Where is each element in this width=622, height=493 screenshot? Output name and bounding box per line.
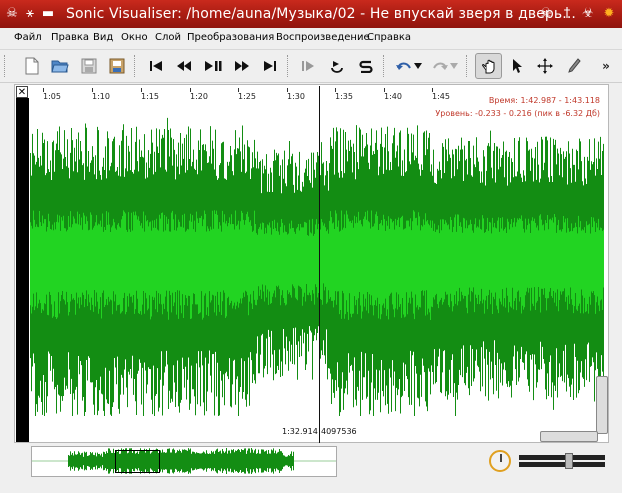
- open-icon[interactable]: [48, 54, 72, 78]
- playhead: [319, 86, 320, 443]
- navigate-icon[interactable]: [475, 53, 502, 79]
- ruler-tick: [141, 88, 142, 92]
- close-pane-icon[interactable]: ✕: [16, 86, 28, 98]
- level-meter-right: [519, 462, 605, 467]
- fast-forward-icon[interactable]: [230, 54, 254, 78]
- ruler-tick: [92, 88, 93, 92]
- loop-icon[interactable]: [325, 54, 349, 78]
- toolbar: »: [0, 50, 622, 83]
- rewind-icon[interactable]: [172, 54, 196, 78]
- gain-slider-handle[interactable]: [565, 453, 573, 469]
- level-readout: Уровень: -0.233 - 0.216 (пик в -6.32 Дб): [435, 109, 600, 118]
- overview-viewport[interactable]: [115, 450, 160, 473]
- ruler-tick: [287, 88, 288, 92]
- toolbar-grip[interactable]: [4, 55, 7, 77]
- skull-icon[interactable]: ☠: [538, 6, 554, 22]
- menu-view[interactable]: Вид: [93, 32, 113, 43]
- menu-transform[interactable]: Преобразования: [187, 32, 274, 43]
- overview-waveform: [32, 448, 336, 474]
- ruler-tick: [238, 88, 239, 92]
- ruler-tick: [335, 88, 336, 92]
- time-readout: Время: 1:42.987 - 1:43.118: [488, 96, 600, 105]
- ruler-tick: [432, 88, 433, 92]
- toolbar-grip: [134, 55, 137, 77]
- minimize-icon[interactable]: ▬: [40, 6, 56, 22]
- menubar: Файл Правка Вид Окно Слой Преобразования…: [0, 28, 622, 50]
- menu-playback[interactable]: Воспроизведение: [276, 32, 370, 43]
- pane-left-bar: [16, 98, 29, 442]
- titlebar[interactable]: ☠ ⚹ ▬ Sonic Visualiser: /home/auna/Музык…: [0, 0, 622, 28]
- solo-icon[interactable]: [354, 54, 378, 78]
- window-title: Sonic Visualiser: /home/auna/Музыка/02 -…: [66, 6, 576, 22]
- play-pause-icon[interactable]: [201, 54, 225, 78]
- save-icon[interactable]: [77, 54, 101, 78]
- menu-layer[interactable]: Слой: [155, 32, 181, 43]
- ruler-tick: [190, 88, 191, 92]
- toolbar-grip: [287, 55, 290, 77]
- flame-icon[interactable]: ✹: [601, 6, 617, 22]
- overview-peaks: [68, 448, 294, 474]
- export-icon[interactable]: [105, 54, 129, 78]
- pin-icon[interactable]: ⚹: [22, 6, 38, 22]
- app-window: ☠ ⚹ ▬ Sonic Visualiser: /home/auna/Музык…: [0, 0, 622, 493]
- undo-dropdown-icon[interactable]: [412, 54, 424, 78]
- select-icon[interactable]: [505, 54, 529, 78]
- level-meter-left: [519, 455, 605, 460]
- dagger-icon[interactable]: †: [559, 6, 575, 22]
- menu-window[interactable]: Окно: [121, 32, 148, 43]
- select-play-icon[interactable]: [296, 54, 320, 78]
- menu-file[interactable]: Файл: [14, 32, 42, 43]
- toolbar-grip: [383, 55, 386, 77]
- horizontal-zoom-thumbwheel[interactable]: [540, 431, 598, 442]
- fast-forward-end-icon[interactable]: [258, 54, 282, 78]
- redo-dropdown-icon[interactable]: [448, 54, 460, 78]
- biohazard-icon[interactable]: ☣: [580, 6, 596, 22]
- ruler-tick: [43, 88, 44, 92]
- new-icon[interactable]: [20, 54, 44, 78]
- move-icon[interactable]: [533, 54, 557, 78]
- playhead-frame: 4097536: [321, 427, 357, 436]
- app-menu-icon[interactable]: ☠: [4, 6, 20, 22]
- vertical-zoom-thumbwheel[interactable]: [596, 376, 608, 434]
- rewind-start-icon[interactable]: [144, 54, 168, 78]
- waveform: [30, 117, 604, 416]
- draw-icon[interactable]: [562, 54, 586, 78]
- playhead-time: 1:32.914: [282, 427, 318, 436]
- menu-edit[interactable]: Правка: [51, 32, 89, 43]
- toolbar-grip: [466, 55, 469, 77]
- toolbar-overflow[interactable]: »: [598, 54, 614, 78]
- menu-help[interactable]: Справка: [367, 32, 411, 43]
- ruler-tick: [384, 88, 385, 92]
- playback-speed-dial[interactable]: [489, 450, 511, 472]
